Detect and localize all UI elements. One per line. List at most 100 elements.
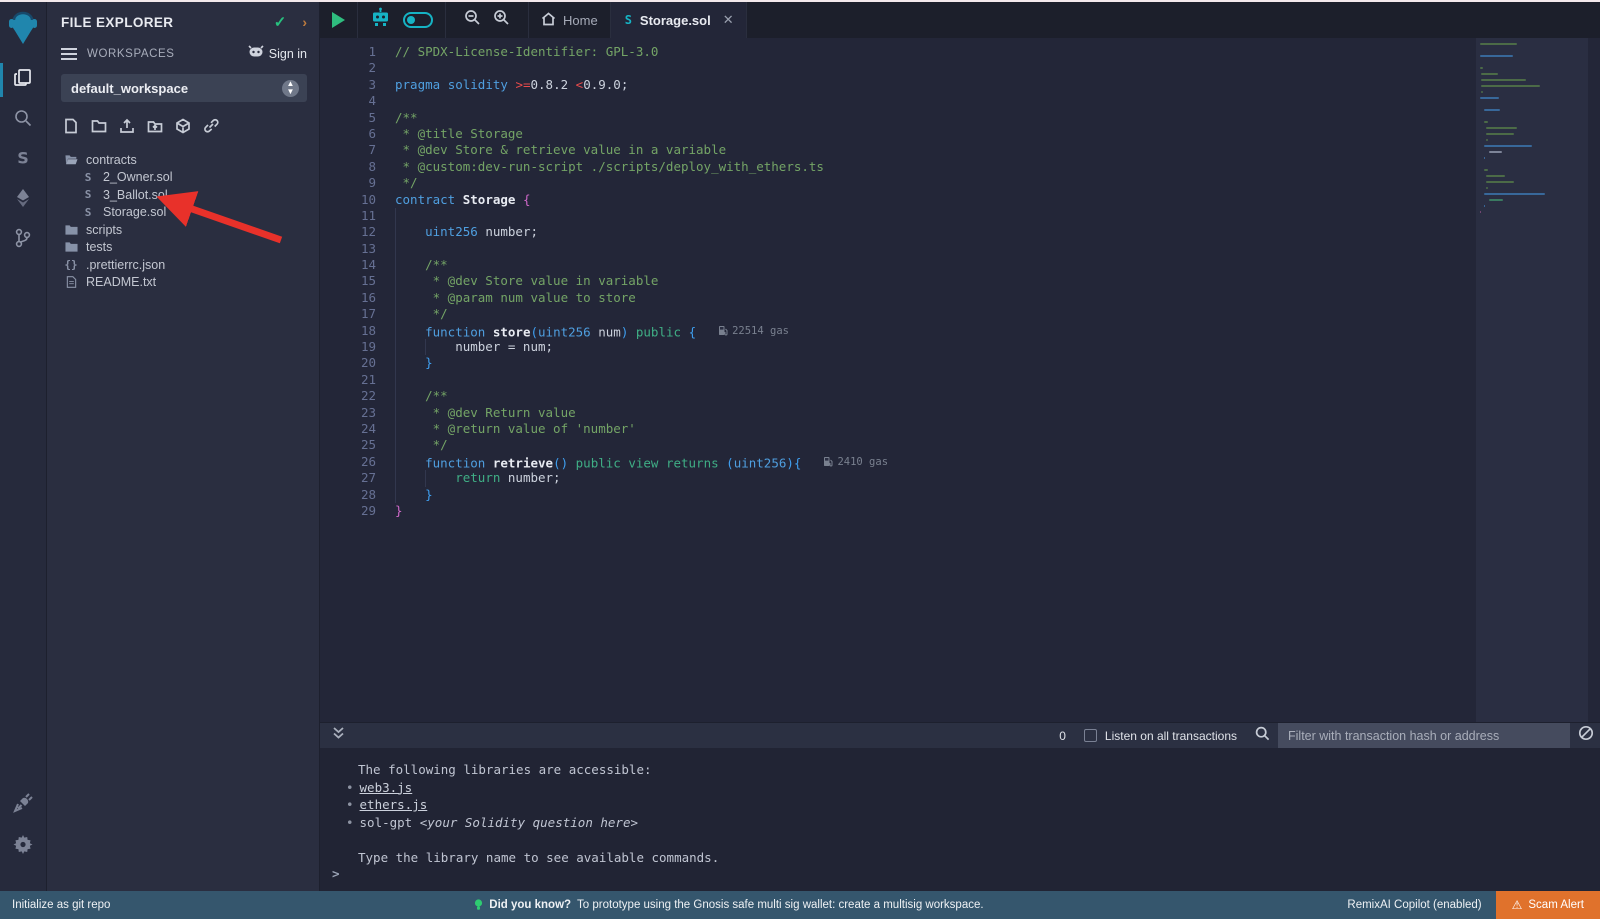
collapse-terminal-icon[interactable] (332, 726, 345, 745)
code-line-2[interactable]: 2 (320, 60, 1600, 76)
scam-alert-button[interactable]: ⚠ Scam Alert (1496, 891, 1600, 919)
tree-item--prettierrc-json[interactable]: {}.prettierrc.json (47, 256, 319, 274)
sign-in-button[interactable]: Sign in (248, 45, 307, 62)
editor-scrollbar[interactable] (1588, 38, 1600, 722)
workspace-dropdown-icon[interactable]: ▲▼ (282, 80, 299, 97)
line-number: 8 (320, 159, 376, 175)
tree-item-readme-txt[interactable]: README.txt (47, 274, 319, 292)
code-line-9[interactable]: 9 */ (320, 175, 1600, 191)
code-line-20[interactable]: 20 } (320, 355, 1600, 371)
code-line-11[interactable]: 11 (320, 208, 1600, 224)
terminal-text: Type the library name to see available c… (358, 850, 1600, 868)
line-number: 29 (320, 503, 376, 519)
line-number: 14 (320, 257, 376, 273)
file-tree: contractsS2_Owner.solS3_Ballot.solSStora… (47, 149, 319, 291)
tip-title: Did you know? (489, 899, 571, 911)
sidebar-item-git[interactable] (0, 220, 47, 260)
upload-file-icon[interactable] (119, 118, 135, 139)
code-line-22[interactable]: 22 /** (320, 388, 1600, 404)
compile-check-icon: ✓ (274, 13, 287, 31)
zoom-out-icon[interactable] (464, 9, 481, 31)
copilot-toggle[interactable] (403, 12, 433, 28)
listen-checkbox[interactable] (1084, 729, 1097, 742)
code-lines: 1// SPDX-License-Identifier: GPL-3.023pr… (320, 38, 1600, 519)
tab-storage-sol[interactable]: S Storage.sol ✕ (611, 2, 747, 38)
terminal-search-icon[interactable] (1255, 726, 1270, 746)
home-icon (541, 12, 556, 29)
ai-copilot-robot-icon[interactable] (370, 7, 391, 33)
sidebar-item-file-explorer[interactable] (0, 60, 47, 100)
code-line-26[interactable]: 26 function retrieve() public view retur… (320, 454, 1600, 470)
minimap[interactable] (1476, 38, 1588, 722)
sidebar-item-plugin-manager[interactable] (0, 785, 47, 825)
web3-js-link[interactable]: web3.js (360, 780, 413, 795)
workspaces-menu-icon[interactable] (61, 48, 77, 60)
new-folder-icon[interactable] (91, 118, 107, 139)
code-line-21[interactable]: 21 (320, 372, 1600, 388)
file-explorer-icon (12, 67, 34, 94)
gas-estimate: 2410 gas (823, 454, 888, 470)
clear-console-icon[interactable] (1578, 725, 1594, 746)
ethers-js-link[interactable]: ethers.js (360, 797, 428, 812)
sidebar-item-deploy-run[interactable] (0, 180, 47, 220)
tab-home[interactable]: Home (529, 2, 611, 38)
deploy-run-icon (12, 187, 34, 214)
git-init-button[interactable]: Initialize as git repo (12, 899, 110, 911)
code-line-28[interactable]: 28 } (320, 487, 1600, 503)
line-number: 25 (320, 437, 376, 453)
code-line-16[interactable]: 16 * @param num value to store (320, 290, 1600, 306)
code-line-5[interactable]: 5/** (320, 110, 1600, 126)
copilot-status[interactable]: RemixAI Copilot (enabled) (1347, 899, 1481, 911)
tree-item-3-ballot-sol[interactable]: S3_Ballot.sol (47, 186, 319, 204)
code-line-29[interactable]: 29} (320, 503, 1600, 519)
tree-item-contracts[interactable]: contracts (47, 151, 319, 169)
terminal-lines: The following libraries are accessible:•… (358, 762, 1600, 867)
tree-item-scripts[interactable]: scripts (47, 221, 319, 239)
code-line-25[interactable]: 25 */ (320, 437, 1600, 453)
remix-logo-icon[interactable] (6, 10, 40, 46)
code-line-19[interactable]: 19 number = num; (320, 339, 1600, 355)
workspace-select[interactable]: default_workspace ▲▼ (61, 74, 307, 102)
code-line-1[interactable]: 1// SPDX-License-Identifier: GPL-3.0 (320, 44, 1600, 60)
code-line-6[interactable]: 6 * @title Storage (320, 126, 1600, 142)
code-line-18[interactable]: 18 function store(uint256 num) public {2… (320, 323, 1600, 339)
code-line-12[interactable]: 12 uint256 number; (320, 224, 1600, 240)
transaction-filter-input[interactable] (1278, 723, 1570, 749)
zoom-in-icon[interactable] (493, 9, 510, 31)
code-editor[interactable]: 1// SPDX-License-Identifier: GPL-3.023pr… (320, 38, 1600, 722)
line-number: 12 (320, 224, 376, 240)
upload-folder-icon[interactable] (147, 118, 163, 139)
plug-icon (12, 792, 34, 819)
code-line-4[interactable]: 4 (320, 93, 1600, 109)
terminal-prompt[interactable]: > (332, 866, 340, 881)
code-line-3[interactable]: 3pragma solidity >=0.8.2 <0.9.0; (320, 77, 1600, 93)
tree-item-tests[interactable]: tests (47, 239, 319, 257)
code-line-14[interactable]: 14 /** (320, 257, 1600, 273)
code-line-17[interactable]: 17 */ (320, 306, 1600, 322)
code-line-15[interactable]: 15 * @dev Store value in variable (320, 273, 1600, 289)
code-line-27[interactable]: 27 return number; (320, 470, 1600, 486)
code-line-10[interactable]: 10contract Storage { (320, 192, 1600, 208)
line-number: 10 (320, 192, 376, 208)
new-file-icon[interactable] (63, 118, 79, 139)
tree-item-2-owner-sol[interactable]: S2_Owner.sol (47, 169, 319, 187)
collapse-panel-chevron-icon[interactable]: › (302, 14, 307, 30)
code-line-24[interactable]: 24 * @return value of 'number' (320, 421, 1600, 437)
sidebar-item-solidity-compiler[interactable]: S (0, 140, 47, 180)
code-line-13[interactable]: 13 (320, 241, 1600, 257)
terminal[interactable]: The following libraries are accessible:•… (320, 748, 1600, 891)
editor-toolbar: Home S Storage.sol ✕ (320, 2, 1600, 38)
ipfs-cube-icon[interactable] (175, 118, 191, 139)
tree-item-storage-sol[interactable]: SStorage.sol (47, 204, 319, 222)
code-line-7[interactable]: 7 * @dev Store & retrieve value in a var… (320, 142, 1600, 158)
code-line-23[interactable]: 23 * @dev Return value (320, 405, 1600, 421)
sidebar-item-settings[interactable] (0, 825, 47, 865)
close-tab-icon[interactable]: ✕ (723, 12, 734, 28)
sidebar-item-search[interactable] (0, 100, 47, 140)
braces-icon: {} (63, 258, 79, 271)
code-line-8[interactable]: 8 * @custom:dev-run-script ./scripts/dep… (320, 159, 1600, 175)
run-script-button[interactable] (320, 2, 358, 38)
link-icon[interactable] (203, 118, 219, 139)
minimap-lines (1476, 38, 1588, 213)
tip-text: To prototype using the Gnosis safe multi… (577, 899, 984, 911)
